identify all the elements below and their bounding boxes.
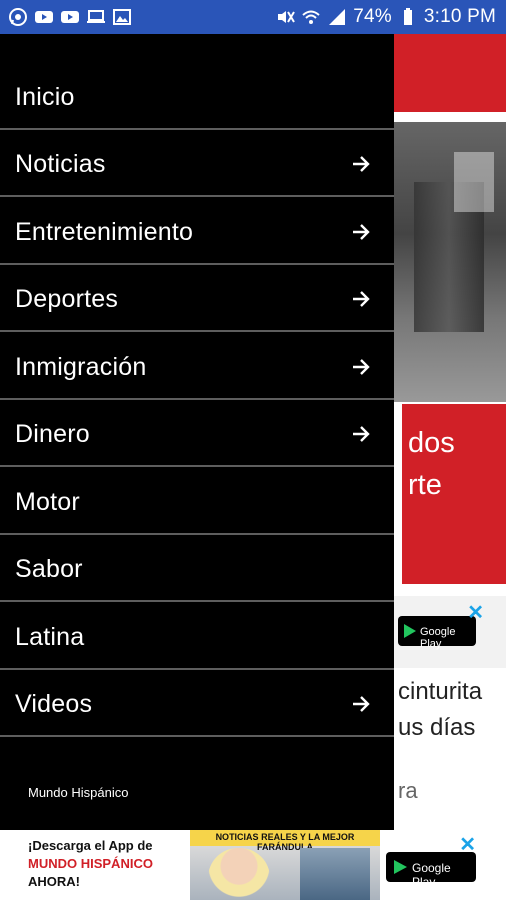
banner-line1: ¡Descarga el App de xyxy=(28,838,153,853)
banner-line2: MUNDO HISPÁNICO xyxy=(28,856,153,871)
divider xyxy=(0,533,394,535)
storm-photo xyxy=(300,848,370,900)
arrow-right-icon[interactable] xyxy=(350,356,372,378)
menu-item-label: Deportes xyxy=(15,284,119,313)
youtube-icon xyxy=(34,7,54,27)
menu-item-label: Dinero xyxy=(15,419,90,448)
menu-item-dinero[interactable]: Dinero xyxy=(0,401,394,467)
arrow-right-icon[interactable] xyxy=(350,221,372,243)
system-indicators: 74% 3:10 PM xyxy=(275,6,496,28)
laptop-icon xyxy=(86,7,106,27)
mute-icon xyxy=(275,7,296,27)
app-toolbar xyxy=(394,34,506,112)
close-icon: ✕ xyxy=(467,602,484,624)
menu-item-label: Videos xyxy=(15,689,93,718)
banner-text: ¡Descarga el App de MUNDO HISPÁNICO AHOR… xyxy=(28,838,190,889)
celebrity-photo xyxy=(208,848,270,900)
background-content: dos rte Google Play ✕ cinturita us días … xyxy=(394,34,506,830)
divider xyxy=(0,398,394,400)
divider xyxy=(0,195,394,197)
article-photo xyxy=(394,122,506,402)
menu-item-label: Inicio xyxy=(15,82,75,111)
wifi-icon xyxy=(301,7,321,27)
arrow-right-icon[interactable] xyxy=(350,153,372,175)
clock: 3:10 PM xyxy=(423,6,496,27)
menu-item-label: Latina xyxy=(15,622,85,651)
inline-ad: Google Play ✕ xyxy=(394,596,506,668)
banner-line3: AHORA! xyxy=(28,874,80,889)
drawer-footer-brand: Mundo Hispánico xyxy=(28,785,129,800)
divider xyxy=(0,600,394,602)
menu-item-sabor[interactable]: Sabor xyxy=(0,536,394,602)
battery-icon xyxy=(398,7,418,27)
menu-item-deportes[interactable]: Deportes xyxy=(0,266,394,332)
divider xyxy=(0,465,394,467)
menu-item-inicio[interactable]: Inicio xyxy=(0,64,394,130)
image-icon xyxy=(112,7,132,27)
divider xyxy=(0,263,394,265)
menu-item-inmigracion[interactable]: Inmigración xyxy=(0,334,394,400)
battery-percent: 74% xyxy=(353,6,392,27)
menu-item-label: Noticias xyxy=(15,149,106,178)
story-tail: ra xyxy=(398,778,418,803)
menu-item-entretenimiento[interactable]: Entretenimiento xyxy=(0,199,394,265)
arrow-right-icon[interactable] xyxy=(350,693,372,715)
divider xyxy=(0,330,394,332)
article-card: dos rte xyxy=(402,404,506,584)
divider xyxy=(0,668,394,670)
google-play-badge: Google Play xyxy=(398,616,476,650)
menu-item-noticias[interactable]: Noticias xyxy=(0,131,394,197)
play-icon xyxy=(394,860,407,874)
bottom-banner-ad[interactable]: ¡Descarga el App de MUNDO HISPÁNICO AHOR… xyxy=(0,830,506,900)
close-icon[interactable]: ✕ xyxy=(459,832,476,857)
menu-item-label: Motor xyxy=(15,487,80,516)
signal-icon xyxy=(327,7,347,27)
menu-item-motor[interactable]: Motor xyxy=(0,469,394,535)
menu-item-latina[interactable]: Latina xyxy=(0,604,394,670)
story-headline: cinturita us días xyxy=(398,678,483,741)
menu-item-label: Entretenimiento xyxy=(15,217,194,246)
banner-image: NOTICIAS REALES Y LA MEJOR FARÁNDULA xyxy=(190,830,380,900)
whatsapp-icon xyxy=(8,7,28,27)
divider xyxy=(0,735,394,737)
menu-item-videos[interactable]: Videos xyxy=(0,671,394,737)
menu-item-label: Sabor xyxy=(15,554,83,583)
google-play-label: Google Play xyxy=(412,861,451,889)
notification-icons xyxy=(8,7,132,27)
arrow-right-icon[interactable] xyxy=(350,288,372,310)
status-bar: 74% 3:10 PM xyxy=(0,0,506,34)
menu-item-label: Inmigración xyxy=(15,352,147,381)
arrow-right-icon[interactable] xyxy=(350,423,372,445)
youtube-icon xyxy=(60,7,80,27)
divider xyxy=(0,128,394,130)
navigation-drawer: Inicio Noticias Entretenimiento Deportes… xyxy=(0,34,394,830)
